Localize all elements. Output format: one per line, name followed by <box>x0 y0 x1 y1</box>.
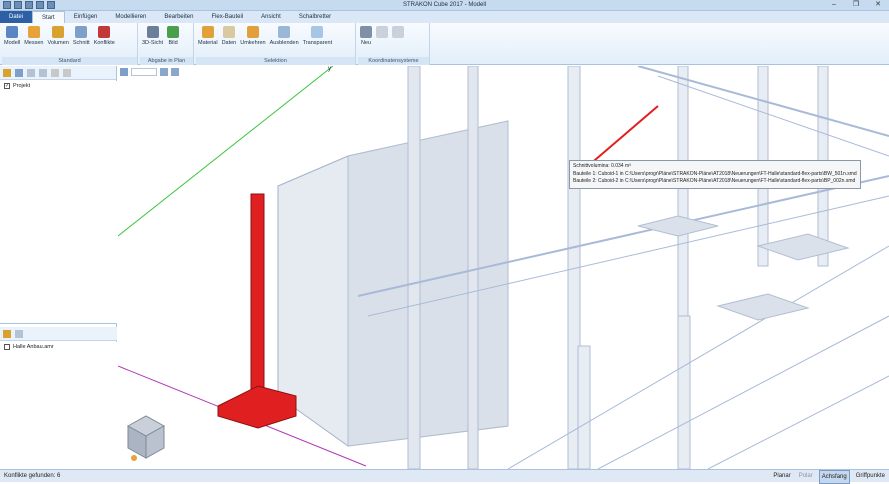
view-toolbar <box>120 68 179 76</box>
restore-icon[interactable]: ❐ <box>845 0 867 10</box>
tooltip-line: Bauteile 2: Cuboid-2 in C:\Users\progr\P… <box>573 178 856 184</box>
view-cube-icon[interactable] <box>120 68 128 76</box>
conflict-tooltip: Schnittvolumina: 0.034 m³ Bauteile 1: Cu… <box>569 160 861 189</box>
minimize-icon[interactable]: – <box>823 0 845 10</box>
checkbox-icon[interactable]: ✓ <box>4 83 10 89</box>
invert-icon <box>246 26 259 38</box>
tooltip-line: Schnittvolumina: 0.034 m³ <box>573 163 631 169</box>
ausblenden-button[interactable]: Ausblenden <box>268 26 301 46</box>
group-koordinatensysteme: Neu Koordinatensysteme <box>358 23 430 65</box>
ruler-icon <box>27 26 40 38</box>
ribbon: Modell Messen Volumen Schnitt Konflikte … <box>0 23 889 65</box>
add-file-icon[interactable] <box>3 329 11 338</box>
group-label-selektion: Selektion <box>196 57 355 65</box>
tab-einfuegen[interactable]: Einfügen <box>65 11 107 23</box>
status-bar: Konflikte gefunden: 6 Planar Polar Achsf… <box>0 469 889 484</box>
transparent-icon <box>311 26 324 38</box>
left-panel: ✓ Projekt Halle Anbau.amr <box>0 66 117 469</box>
home-icon[interactable] <box>15 68 23 77</box>
up-icon[interactable] <box>27 68 35 77</box>
coordinate-system-icon <box>360 26 372 38</box>
image-icon <box>167 26 180 38</box>
tab-bearbeiten[interactable]: Bearbeiten <box>155 11 202 23</box>
tab-schalbretter[interactable]: Schalbretter <box>290 11 340 23</box>
material-button[interactable]: Material <box>196 26 220 46</box>
group-label-standard: Standard <box>2 57 137 65</box>
arrow-left-icon[interactable] <box>160 68 168 76</box>
umkehren-button[interactable]: Umkehren <box>238 26 267 46</box>
delete-icon[interactable] <box>63 68 71 77</box>
volumen-button[interactable]: Volumen <box>45 26 70 46</box>
hide-icon <box>278 26 291 38</box>
section-icon <box>75 26 88 38</box>
tree-label: Projekt <box>13 83 31 89</box>
transparent-button[interactable]: Transparent <box>301 26 334 46</box>
project-tree: ✓ Projekt <box>0 81 117 324</box>
3d-viewport[interactable]: y Schnittvolumina: 0.034 m³ Bauteile 1: … <box>118 66 889 469</box>
tree-toolbar <box>0 66 116 80</box>
konflikte-button[interactable]: Konflikte <box>92 26 117 46</box>
cs-edit-icon <box>376 26 388 38</box>
tab-modellieren[interactable]: Modellieren <box>106 11 155 23</box>
daten-button[interactable]: Daten <box>220 26 239 46</box>
group-label-koordinatensysteme: Koordinatensysteme <box>358 57 429 65</box>
tree-node-projekt[interactable]: ✓ Projekt <box>0 81 117 91</box>
folder-icon[interactable] <box>3 68 11 77</box>
arrow-right-icon[interactable] <box>171 68 179 76</box>
3d-sicht-button[interactable]: 3D-Sicht <box>140 26 165 46</box>
data-icon <box>222 26 235 38</box>
modell-button[interactable]: Modell <box>2 26 22 46</box>
tree-label: Halle Anbau.amr <box>13 344 54 350</box>
cs-edit-button[interactable] <box>374 26 390 40</box>
cs-delete-button[interactable] <box>390 26 406 40</box>
file-tree: Halle Anbau.amr <box>0 342 117 469</box>
remove-file-icon[interactable] <box>15 329 23 338</box>
status-message: Konflikte gefunden: 6 <box>4 473 61 479</box>
conflict-icon <box>98 26 111 38</box>
model-drawing <box>118 66 889 469</box>
pencil-icon[interactable] <box>51 68 59 77</box>
file-toolbar <box>0 327 117 341</box>
cube-icon <box>52 26 65 38</box>
tab-ansicht[interactable]: Ansicht <box>252 11 290 23</box>
up-all-icon[interactable] <box>39 68 47 77</box>
tree-node-halle[interactable]: Halle Anbau.amr <box>0 342 117 352</box>
tab-datei[interactable]: Datei <box>0 11 33 23</box>
group-selektion: Material Daten Umkehren Ausblenden Trans… <box>196 23 356 65</box>
close-icon[interactable]: ✕ <box>867 0 889 10</box>
tab-start[interactable]: Start <box>32 11 65 23</box>
checkbox-icon[interactable] <box>4 344 10 350</box>
house-icon <box>6 26 19 38</box>
window-controls: – ❐ ✕ <box>823 0 889 10</box>
group-standard: Modell Messen Volumen Schnitt Konflikte … <box>2 23 138 65</box>
view-name-input[interactable] <box>131 68 157 76</box>
group-label-abgabe: Abgabe in Plan <box>140 57 193 65</box>
group-abgabe: 3D-Sicht Bild Abgabe in Plan <box>140 23 194 65</box>
neu-button[interactable]: Neu <box>358 26 374 46</box>
schnitt-button[interactable]: Schnitt <box>71 26 92 46</box>
material-icon <box>201 26 214 38</box>
cs-delete-icon <box>392 26 404 38</box>
y-axis-label: y <box>328 66 331 72</box>
bild-button[interactable]: Bild <box>165 26 181 46</box>
messen-button[interactable]: Messen <box>22 26 45 46</box>
window-title: STRAKON Cube 2017 - Modell <box>402 2 487 8</box>
navigation-cube-icon[interactable] <box>126 415 166 461</box>
ribbon-tabs: Datei Start Einfügen Modellieren Bearbei… <box>0 11 889 23</box>
tab-flex-bauteil[interactable]: Flex-Bauteil <box>202 11 252 23</box>
tooltip-line: Bauteile 1: Cuboid-1 in C:\Users\progr\P… <box>573 170 857 177</box>
3d-view-icon <box>146 26 159 38</box>
title-bar: STRAKON Cube 2017 - Modell – ❐ ✕ <box>0 0 889 11</box>
